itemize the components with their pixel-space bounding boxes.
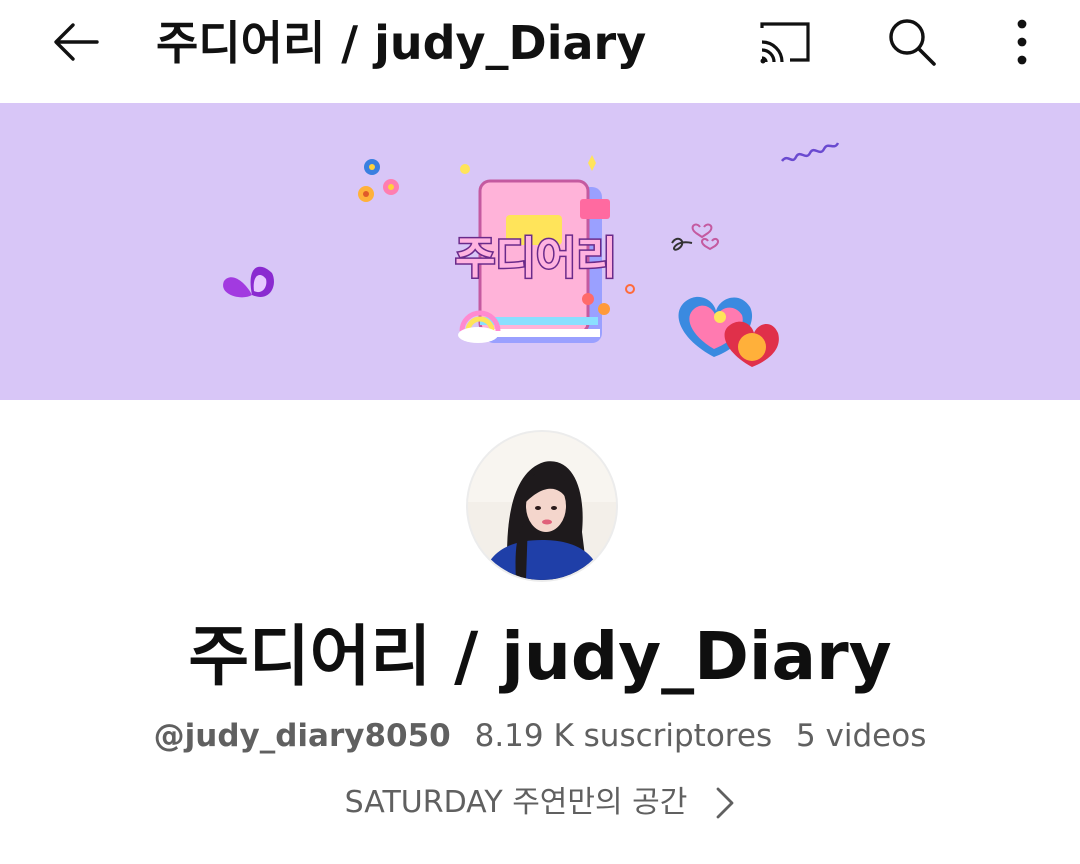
subscriber-count: 8.19 K suscriptores [474,718,773,754]
channel-handle: @judy_diary8050 [153,718,451,754]
back-button[interactable] [44,14,108,70]
rainbow-sticker [458,310,501,343]
channel-description: SATURDAY 주연만의 공간 [344,785,688,820]
page-title: 주디어리 / judy_Diary [156,16,647,70]
top-app-bar: 주디어리 / judy_Diary [0,0,1080,103]
arrow-left-icon [54,23,99,61]
bear-heart-stickers [678,296,779,367]
channel-banner: 주디어리 [0,103,1080,400]
channel-meta: @judy_diary8050 8.19 K suscriptores 5 vi… [0,714,1080,758]
channel-name: 주디어리 / judy_Diary [188,618,892,695]
channel-description-link[interactable]: SATURDAY 주연만의 공간 [0,781,1080,825]
profile-photo [468,432,616,580]
banner-logo-text: 주디어리 [455,233,617,284]
video-count: 5 videos [795,718,927,754]
more-options-button[interactable] [994,14,1050,70]
squiggle-sticker [781,142,840,162]
channel-avatar[interactable] [466,430,618,582]
search-icon [889,19,936,66]
cast-button[interactable] [752,14,816,70]
more-vertical-icon [1017,19,1027,65]
chevron-right-icon [715,786,735,820]
butterfly-sticker [223,266,274,298]
cast-icon [760,22,810,64]
search-button[interactable] [880,14,944,70]
